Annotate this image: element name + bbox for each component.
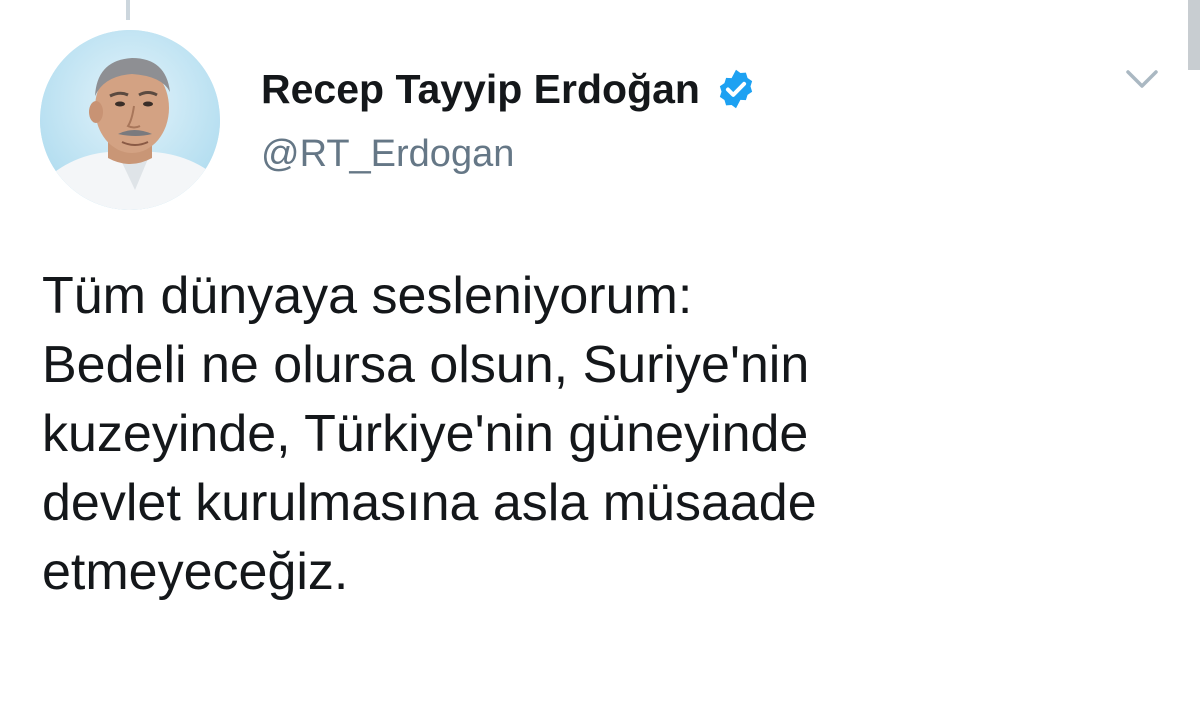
tweet-card[interactable]: Recep Tayyip Erdoğan @RT_Erdogan Tüm dün… [0, 0, 1200, 718]
verified-badge-icon [714, 67, 758, 111]
avatar[interactable] [40, 30, 220, 210]
avatar-portrait-image [40, 30, 220, 210]
tweet-text: Tüm dünyaya sesleniyorum: Bedeli ne olur… [42, 267, 817, 601]
chevron-down-icon[interactable] [1124, 66, 1160, 92]
tweet-author[interactable]: Recep Tayyip Erdoğan [261, 64, 758, 114]
thread-connector-line [126, 0, 130, 20]
author-display-name[interactable]: Recep Tayyip Erdoğan [261, 66, 700, 113]
scrollbar-thumb[interactable] [1188, 0, 1200, 70]
author-handle[interactable]: @RT_Erdogan [261, 133, 514, 176]
